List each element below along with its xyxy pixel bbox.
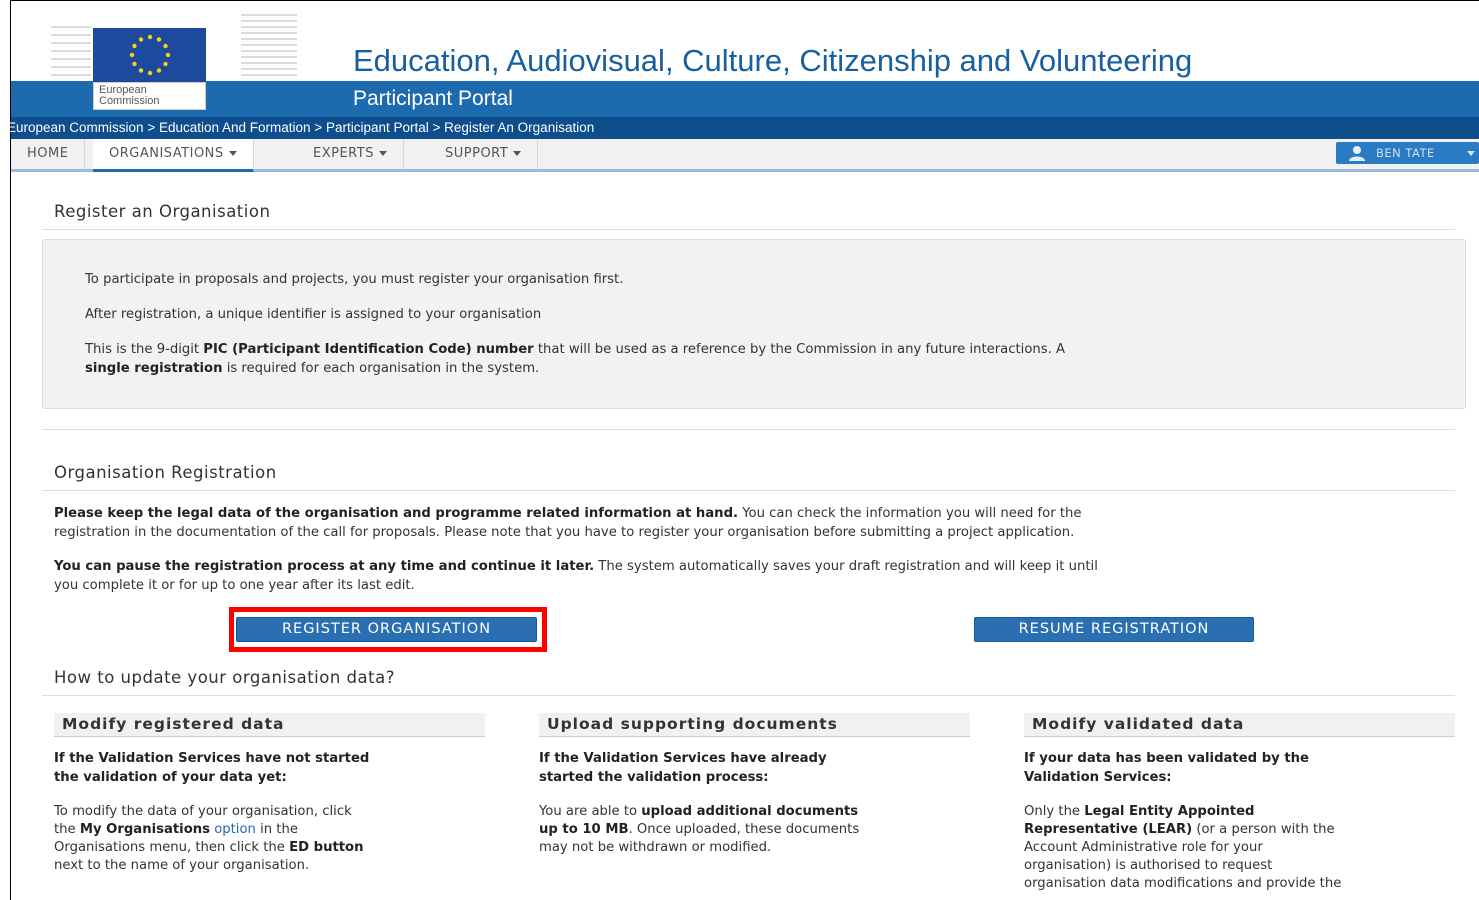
col1-subheading: If the Validation Services have not star… [54,751,370,785]
intro-text-2: After registration, a unique identifier … [85,307,542,322]
modify-registered-data-heading: Modify registered data [54,713,485,737]
registration-text-2: You can pause the registration process a… [54,559,1098,593]
breadcrumb-current: Register An Organisation [444,120,595,135]
resume-registration-button[interactable]: RESUME REGISTRATION [974,617,1254,642]
update-title: How to update your organisation data? [54,668,395,687]
chevron-down-icon [1467,151,1475,156]
portal-title[interactable]: Participant Portal [353,87,513,111]
user-icon [1349,146,1365,161]
main-nav: HOME ORGANISATIONS EXPERTS SUPPORT BEN T… [11,139,1479,172]
intro-text-1: To participate in proposals and projects… [85,272,624,287]
lear-link[interactable]: Legal Entity Appointed [1084,804,1254,819]
lear-link-continued[interactable]: Representative (LEAR) [1024,822,1192,837]
intro-text-3: This is the 9-digit PIC (Participant Ide… [85,342,1066,376]
col3-subheading: If your data has been validated by the V… [1024,751,1309,785]
col1-text: To modify the data of your organisation,… [54,804,364,873]
nav-organisations[interactable]: ORGANISATIONS [93,139,254,172]
breadcrumb-link-commission[interactable]: European Commission [7,120,144,135]
register-organisation-button[interactable]: REGISTER ORGANISATION [236,617,537,642]
divider [42,229,1455,230]
page-title: Register an Organisation [54,202,271,221]
breadcrumb-link-education[interactable]: Education And Formation [159,120,311,135]
european-commission-logo[interactable]: European Commission [93,28,206,110]
nav-experts[interactable]: EXPERTS [297,139,404,169]
breadcrumb: European Commission > Education And Form… [7,120,595,135]
my-organisations-link[interactable]: My Organisations option [80,822,256,837]
col2-subheading: If the Validation Services have already … [539,751,827,785]
eu-flag-icon [93,28,206,82]
chevron-down-icon [228,151,237,156]
chevron-down-icon [378,151,387,156]
col3-text: Only the Legal Entity Appointed Represen… [1024,804,1342,891]
divider [42,490,1455,491]
nav-home[interactable]: HOME [11,139,86,169]
divider [42,695,1455,696]
site-header: European Commission Education, Audiovisu… [7,1,1479,172]
col2-text: You are able to upload additional docume… [539,804,860,855]
site-title: Education, Audiovisual, Culture, Citizen… [353,43,1193,78]
breadcrumb-link-portal[interactable]: Participant Portal [326,120,429,135]
chevron-down-icon [513,151,522,156]
intro-info-box [42,239,1466,409]
user-menu-button[interactable]: BEN TATE [1336,142,1479,164]
user-name: BEN TATE [1376,146,1435,160]
nav-support[interactable]: SUPPORT [429,139,539,169]
modify-validated-data-heading: Modify validated data [1024,713,1455,737]
divider [42,429,1455,430]
logo-label: European Commission [93,82,206,110]
upload-supporting-documents-heading: Upload supporting documents [539,713,970,737]
registration-title: Organisation Registration [54,463,277,482]
portal-bar [11,81,1479,117]
registration-text-1: Please keep the legal data of the organi… [54,506,1082,540]
